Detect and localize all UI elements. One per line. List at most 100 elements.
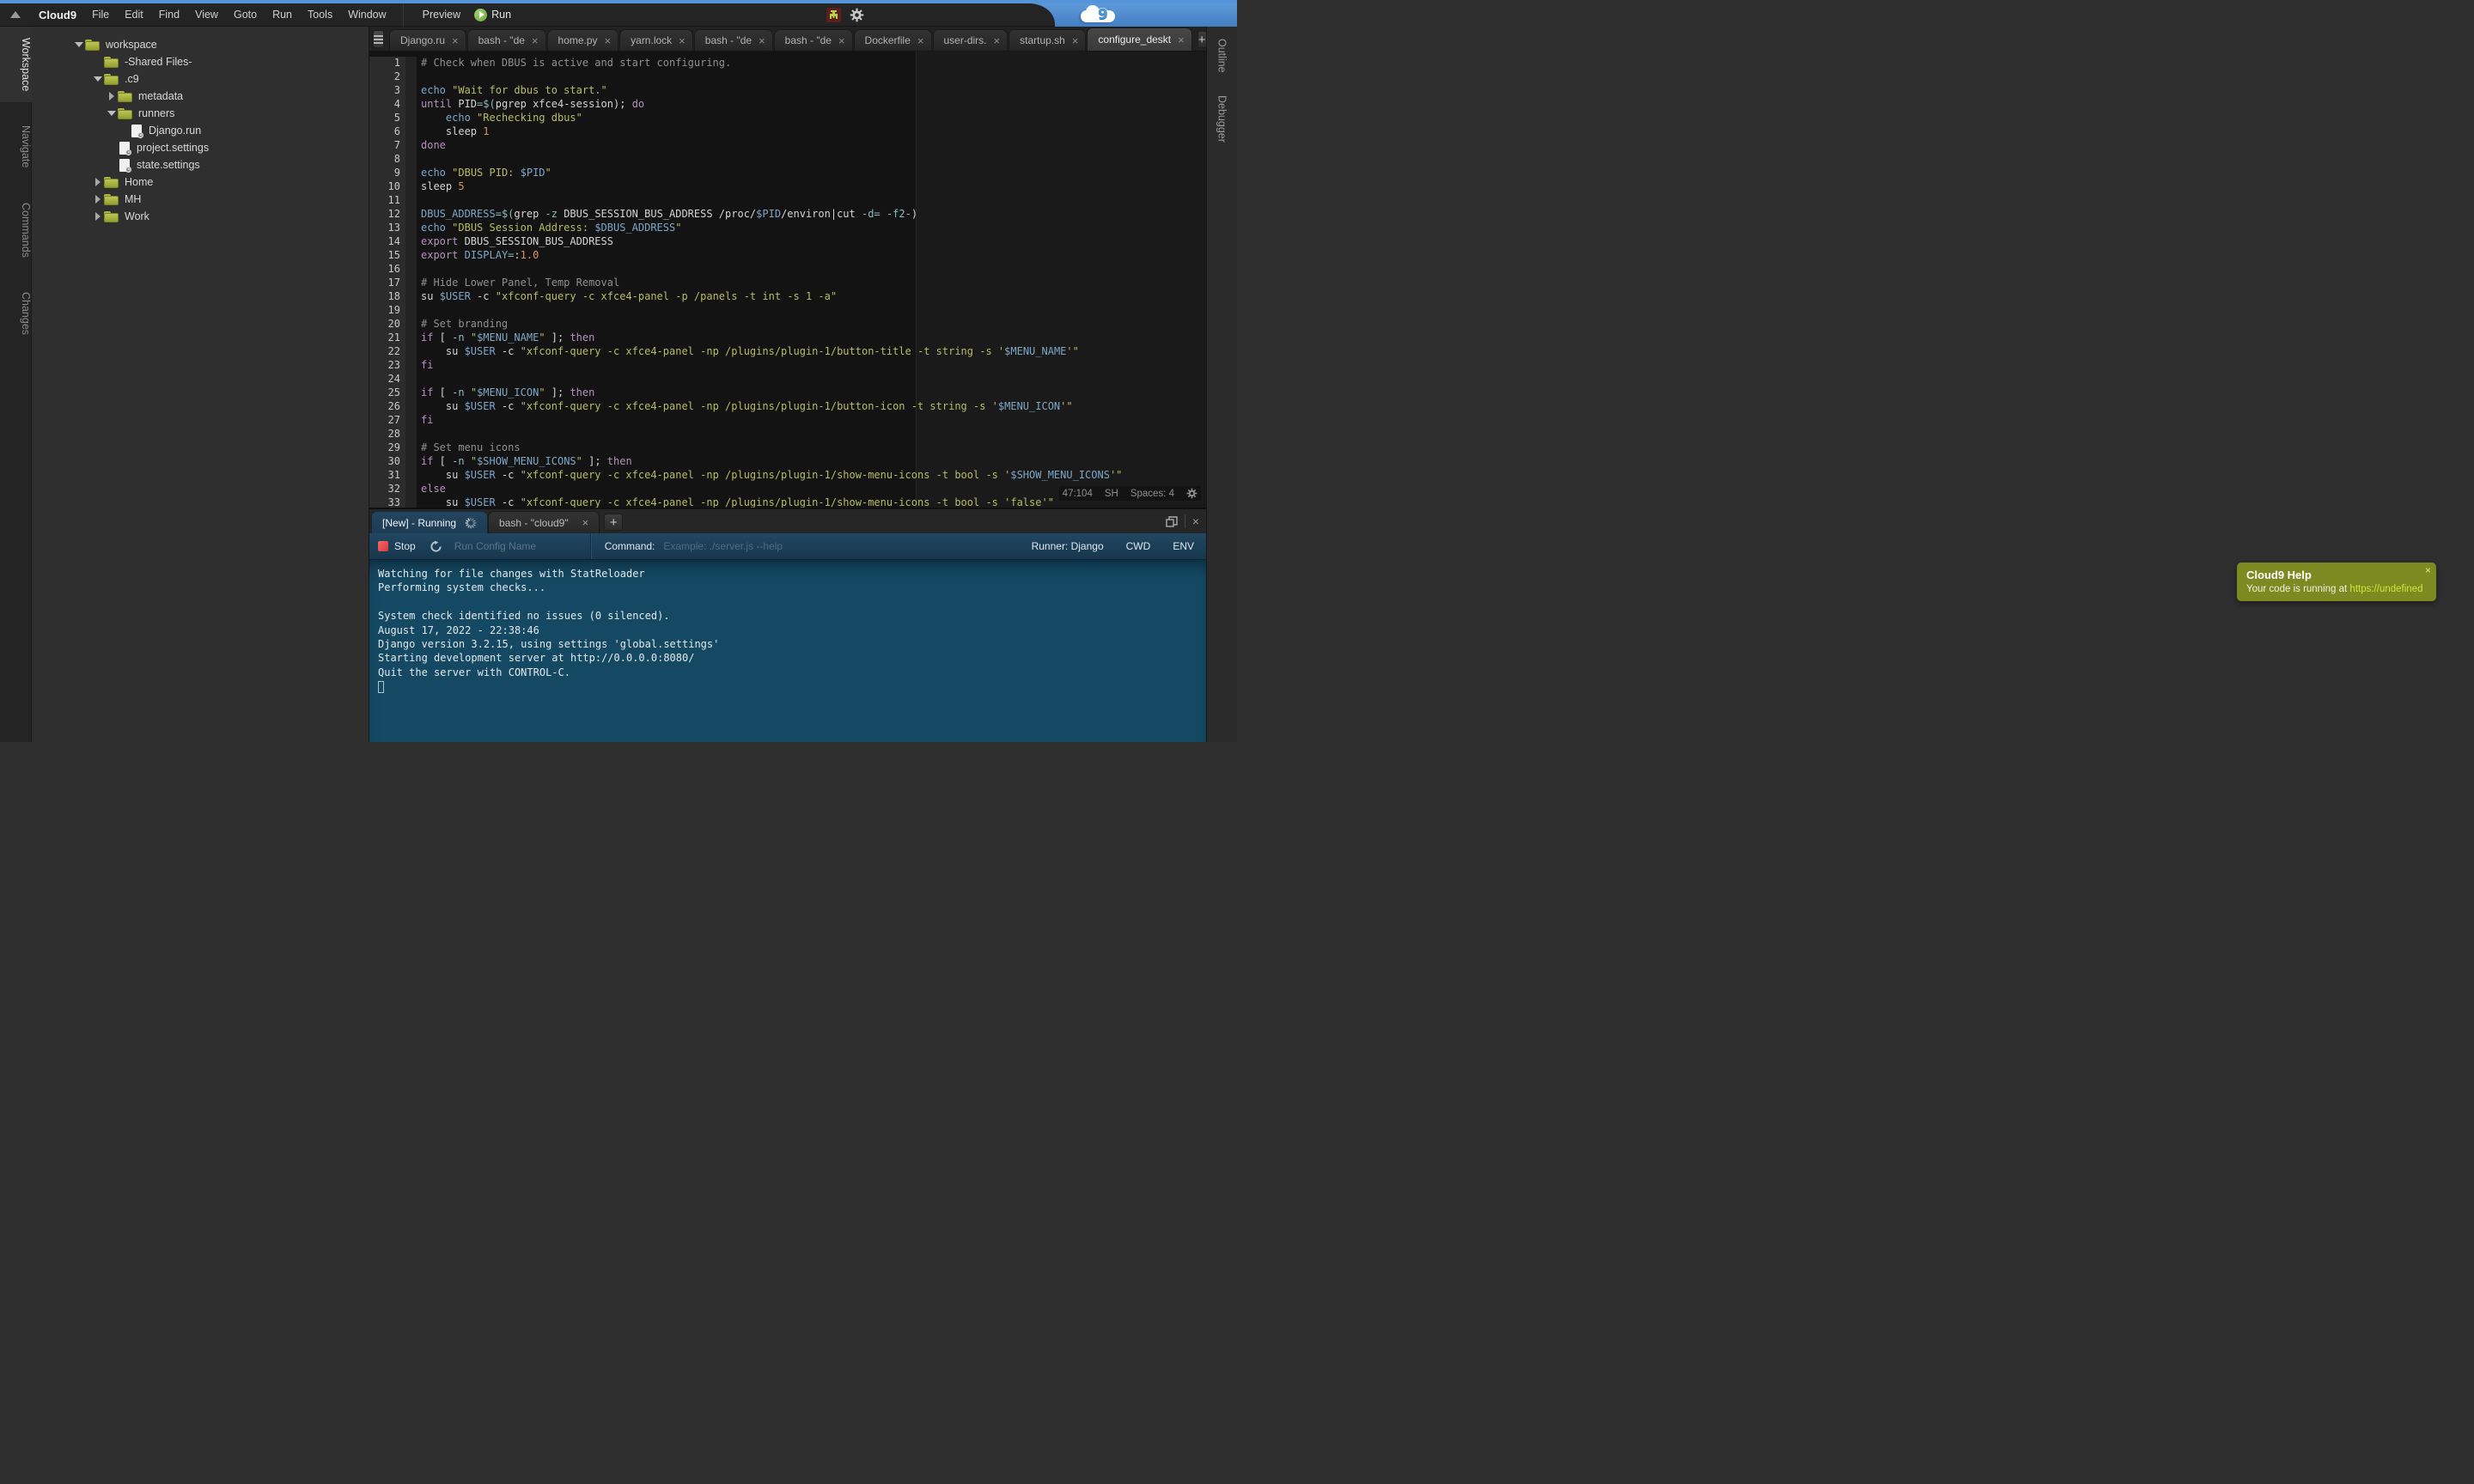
console-tab[interactable]: bash - "cloud9"× bbox=[488, 511, 600, 533]
tree-item[interactable]: .c9 bbox=[32, 70, 369, 88]
menu-item-edit[interactable]: Edit bbox=[117, 9, 151, 21]
tab-close-icon[interactable]: × bbox=[759, 35, 765, 46]
collapse-menubar-icon[interactable] bbox=[10, 11, 21, 18]
editor-tab[interactable]: Django.ru× bbox=[389, 29, 466, 51]
menu-item-goto[interactable]: Goto bbox=[226, 9, 265, 21]
console-tab[interactable]: [New] - Running bbox=[371, 511, 488, 533]
tree-item[interactable]: runners bbox=[32, 105, 369, 122]
run-config-name-input[interactable]: Run Config Name bbox=[454, 540, 590, 552]
code-line: 17# Hide Lower Panel, Temp Removal bbox=[369, 277, 1206, 290]
running-url-link[interactable]: https://undefined bbox=[2349, 584, 2422, 594]
tree-item[interactable]: MH bbox=[32, 191, 369, 208]
file-icon bbox=[119, 142, 130, 155]
menu-item-tools[interactable]: Tools bbox=[300, 9, 340, 21]
code-line: 11 bbox=[369, 194, 1206, 208]
notification-close-icon[interactable]: × bbox=[2425, 564, 2431, 576]
terminal-line: Watching for file changes with StatReloa… bbox=[378, 568, 1206, 581]
tab-close-icon[interactable]: × bbox=[994, 35, 1001, 46]
runner-selector[interactable]: Runner: Django bbox=[1032, 540, 1104, 552]
spaces-setting[interactable]: Spaces: 4 bbox=[1130, 489, 1174, 499]
tab-close-icon[interactable]: × bbox=[452, 35, 459, 46]
editor-tab[interactable]: startup.sh× bbox=[1008, 29, 1086, 51]
stop-icon[interactable] bbox=[378, 541, 388, 551]
new-tab-button[interactable]: + bbox=[1197, 31, 1207, 48]
terminal-line: System check identified no issues (0 sil… bbox=[378, 610, 1206, 623]
notification-title: Cloud9 Help bbox=[2246, 569, 2428, 581]
menu-item-window[interactable]: Window bbox=[340, 9, 393, 21]
tab-close-icon[interactable]: × bbox=[532, 35, 539, 46]
tree-item[interactable]: metadata bbox=[32, 88, 369, 105]
run-button[interactable]: Run bbox=[474, 9, 511, 21]
sidebar-tab-navigate[interactable]: Navigate bbox=[0, 114, 32, 179]
disclosure-open-icon[interactable] bbox=[92, 76, 104, 82]
disclosure-open-icon[interactable] bbox=[106, 111, 118, 116]
line-number: 21 bbox=[369, 331, 405, 345]
folder-icon bbox=[104, 194, 119, 205]
tab-close-icon[interactable]: × bbox=[582, 516, 589, 529]
menu-item-view[interactable]: View bbox=[187, 9, 226, 21]
line-number: 25 bbox=[369, 386, 405, 400]
editor-tab[interactable]: home.py× bbox=[547, 29, 619, 51]
line-number: 18 bbox=[369, 290, 405, 304]
editor-tab[interactable]: bash - "de× bbox=[467, 29, 546, 51]
sidebar-tab-outline[interactable]: Outline bbox=[1216, 39, 1228, 73]
stop-button[interactable]: Stop bbox=[394, 540, 416, 552]
line-number: 33 bbox=[369, 496, 405, 508]
menu-item-file[interactable]: File bbox=[84, 9, 117, 21]
tree-item[interactable]: Django.run bbox=[32, 122, 369, 139]
tab-close-icon[interactable]: × bbox=[917, 35, 924, 46]
editor-tab[interactable]: user-dirs.× bbox=[933, 29, 1008, 51]
menu-item-run[interactable]: Run bbox=[265, 9, 300, 21]
editor-tab[interactable]: Dockerfile× bbox=[854, 29, 932, 51]
cwd-button[interactable]: CWD bbox=[1126, 540, 1151, 552]
tree-item[interactable]: -Shared Files- bbox=[32, 53, 369, 70]
tree-item[interactable]: Home bbox=[32, 173, 369, 191]
editor-tab[interactable]: bash - "de× bbox=[774, 29, 853, 51]
close-panel-icon[interactable]: × bbox=[1192, 514, 1199, 528]
disclosure-closed-icon[interactable] bbox=[92, 195, 104, 204]
env-button[interactable]: ENV bbox=[1173, 540, 1194, 552]
disclosure-closed-icon[interactable] bbox=[92, 212, 104, 221]
terminal-output[interactable]: Watching for file changes with StatReloa… bbox=[369, 560, 1206, 742]
tab-list-icon[interactable] bbox=[373, 30, 384, 48]
editor-settings-gear-icon[interactable] bbox=[1186, 488, 1197, 499]
line-number: 13 bbox=[369, 222, 405, 235]
editor-tab[interactable]: yarn.lock× bbox=[619, 29, 693, 51]
settings-gear-icon[interactable] bbox=[850, 8, 864, 22]
tab-close-icon[interactable]: × bbox=[605, 35, 612, 46]
menu-item-cloud9[interactable]: Cloud9 bbox=[31, 9, 84, 21]
tab-close-icon[interactable]: × bbox=[679, 35, 686, 46]
disclosure-closed-icon[interactable] bbox=[92, 178, 104, 186]
preview-button[interactable]: Preview bbox=[404, 9, 474, 21]
syntax-mode[interactable]: SH bbox=[1105, 489, 1118, 499]
line-number: 29 bbox=[369, 441, 405, 455]
sidebar-tab-workspace[interactable]: Workspace bbox=[0, 27, 32, 102]
tab-close-icon[interactable]: × bbox=[1072, 35, 1079, 46]
gutter-fold-column bbox=[405, 345, 417, 359]
sidebar-tab-changes[interactable]: Changes bbox=[0, 281, 32, 346]
gutter-fold-column bbox=[405, 304, 417, 318]
disclosure-closed-icon[interactable] bbox=[106, 92, 118, 100]
code-editor[interactable]: 1# Check when DBUS is active and start c… bbox=[369, 52, 1206, 508]
editor-tab[interactable]: configure_deskt × bbox=[1087, 27, 1191, 51]
line-number: 7 bbox=[369, 139, 405, 153]
new-console-tab-button[interactable]: + bbox=[604, 514, 623, 531]
tree-item[interactable]: Work bbox=[32, 208, 369, 225]
disclosure-open-icon[interactable] bbox=[73, 42, 85, 47]
maximize-panel-icon[interactable] bbox=[1166, 516, 1178, 527]
menu-item-find[interactable]: Find bbox=[151, 9, 187, 21]
editor-tab[interactable]: bash - "de× bbox=[694, 29, 773, 51]
tab-close-icon[interactable]: × bbox=[838, 35, 845, 46]
bug-report-icon[interactable] bbox=[826, 8, 841, 22]
tree-item[interactable]: state.settings bbox=[32, 156, 369, 173]
cursor-position[interactable]: 47:104 bbox=[1063, 489, 1093, 499]
tree-item[interactable]: workspace bbox=[32, 36, 369, 53]
editor-tab-label: configure_deskt bbox=[1098, 33, 1171, 46]
sidebar-tab-debugger[interactable]: Debugger bbox=[1216, 95, 1228, 143]
restart-icon[interactable] bbox=[430, 540, 442, 553]
sidebar-tab-commands[interactable]: Commands bbox=[0, 192, 32, 269]
console-tab-label: [New] - Running bbox=[382, 517, 456, 529]
tree-item[interactable]: project.settings bbox=[32, 139, 369, 156]
tab-close-icon[interactable]: × bbox=[1178, 34, 1185, 46]
command-input[interactable]: Example: ./server.js --help bbox=[663, 540, 1031, 552]
